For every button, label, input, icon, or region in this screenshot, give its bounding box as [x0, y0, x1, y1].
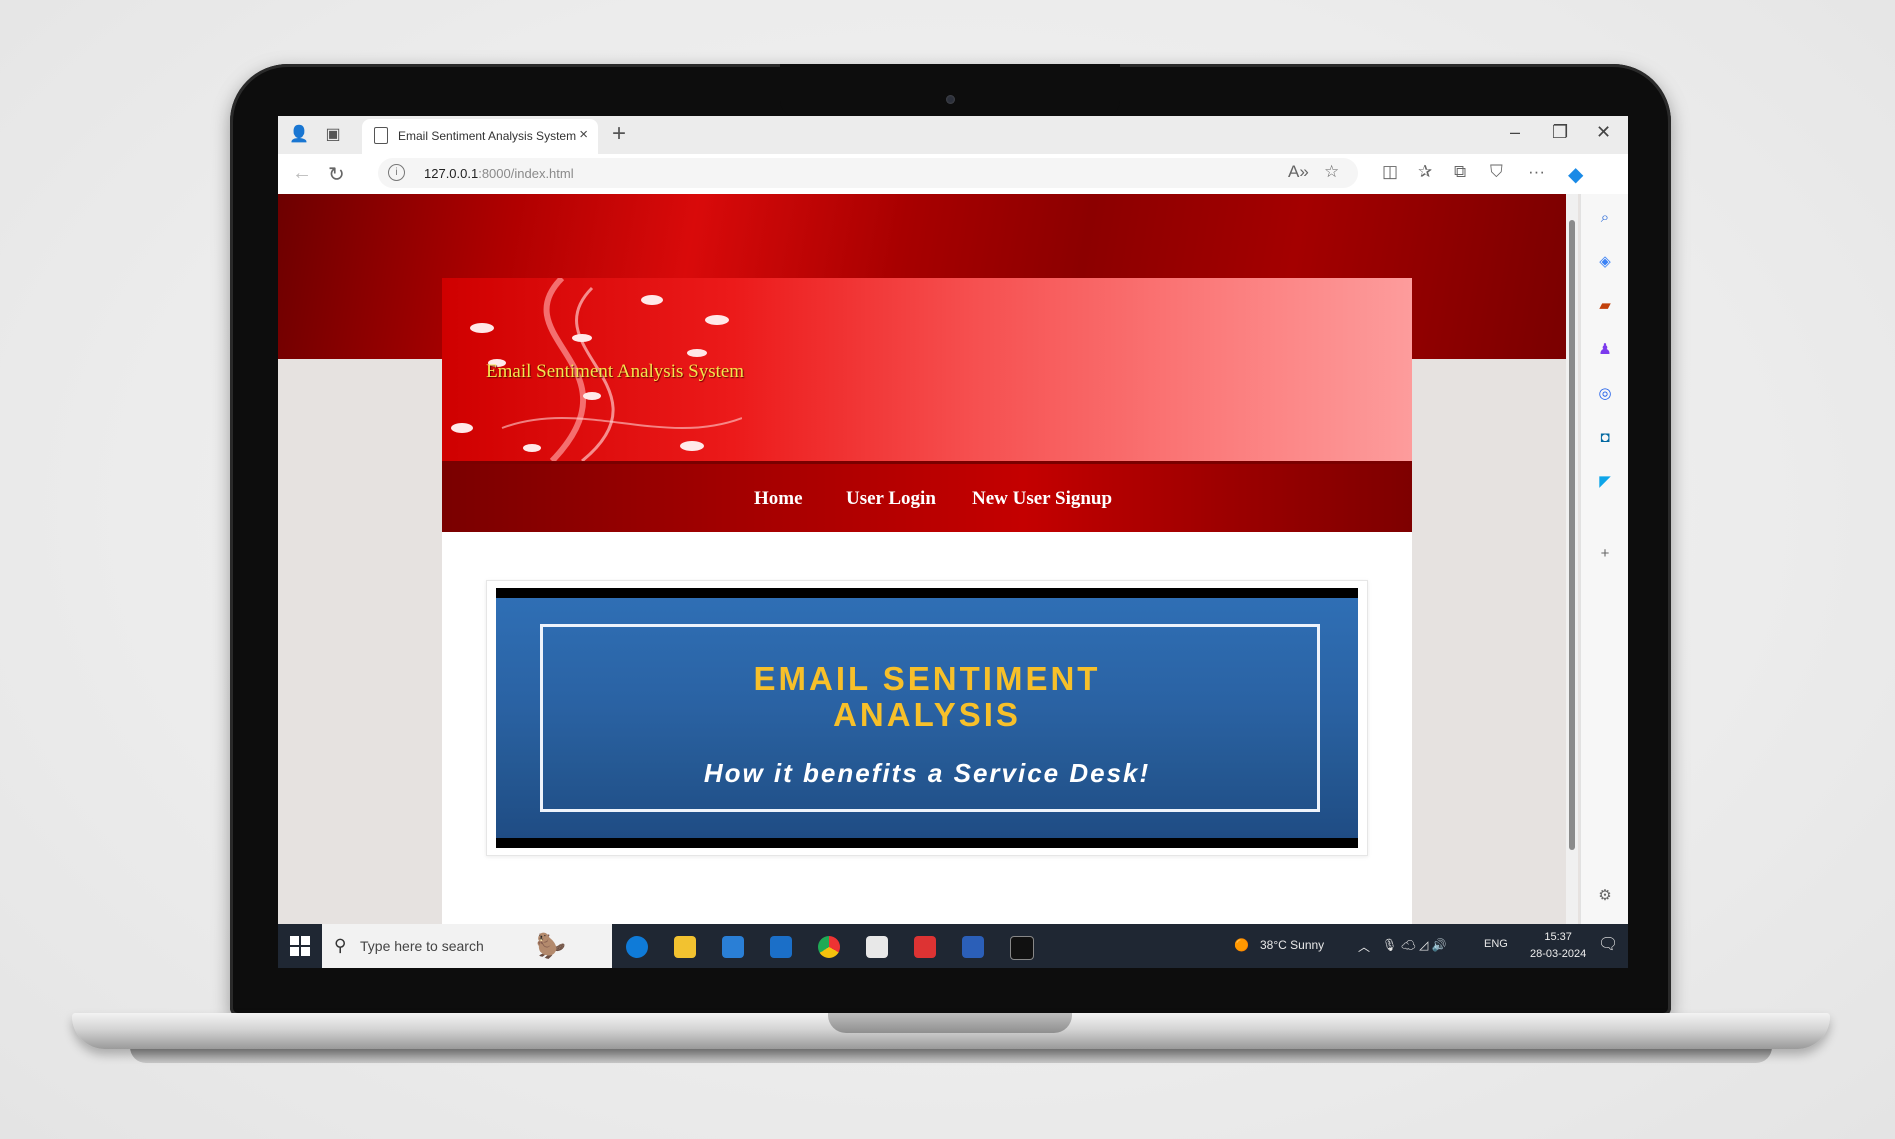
scrollbar-thumb[interactable] [1569, 220, 1575, 850]
site-title: Email Sentiment Analysis System [486, 361, 745, 382]
weather-icon[interactable]: 🟠 [1234, 938, 1249, 952]
hero-image-frame: EMAIL SENTIMENT ANALYSIS How it benefits… [486, 580, 1368, 856]
site-info-icon[interactable]: i [388, 164, 405, 181]
store-icon[interactable] [722, 936, 744, 958]
microsoft-365-icon[interactable]: ◎ [1595, 384, 1615, 404]
tab-title: Email Sentiment Analysis System [398, 129, 577, 143]
collections-icon[interactable]: ⧉ [1454, 162, 1466, 182]
extensions-icon[interactable]: ⛉ [1490, 162, 1503, 182]
url-host: 127.0.0.1 [424, 166, 479, 181]
clock-time: 15:37 [1544, 931, 1572, 943]
browser-sidebar: ⌕ ◈ ▰ ♟ ◎ ◘ ◤ + ⚙ [1580, 194, 1628, 924]
browser-tab-bar: 👤 ▣ Email Sentiment Analysis System × + … [278, 116, 1628, 154]
address-bar[interactable]: i 127.0.0.1:8000/index.html A» ☆ [378, 158, 1358, 188]
laptop-notch [780, 64, 1120, 118]
search-icon[interactable]: ⌕ [1595, 208, 1615, 228]
tab-active[interactable]: Email Sentiment Analysis System × [362, 119, 598, 154]
laptop-hinge-notch [828, 1013, 1072, 1033]
url-text: 127.0.0.1:8000/index.html [424, 166, 574, 181]
hero-subtitle: How it benefits a Service Desk! [703, 758, 1151, 788]
refresh-icon[interactable]: ↻ [328, 162, 345, 187]
main-nav: Home User Login New User Signup [442, 464, 1412, 532]
edge-app-icon[interactable] [626, 936, 648, 958]
split-screen-icon[interactable]: ◫ [1382, 162, 1398, 182]
nav-user-login[interactable]: User Login [846, 488, 936, 510]
sidebar-settings-gear-icon[interactable]: ⚙ [1595, 886, 1615, 906]
taskbar-clock[interactable]: 15:37 28-03-2024 [1530, 929, 1586, 963]
taskbar-search[interactable]: ⚲ Type here to search 🦫 [322, 924, 612, 968]
tab-close-icon[interactable]: × [579, 126, 588, 143]
mail-icon[interactable] [770, 936, 792, 958]
hero-background: EMAIL SENTIMENT ANALYSIS How it benefits… [496, 598, 1358, 838]
search-highlight-icon: 🦫 [536, 933, 566, 960]
games-icon[interactable]: ♟ [1595, 340, 1615, 360]
app-icon[interactable] [914, 936, 936, 958]
outlook-icon[interactable]: ◘ [1595, 428, 1615, 448]
weather-text[interactable]: 38°C Sunny [1260, 938, 1324, 952]
close-window-button[interactable]: ✕ [1596, 122, 1611, 143]
browser-toolbar: ← ↻ i 127.0.0.1:8000/index.html A» ☆ ◫ ✰… [278, 154, 1628, 194]
terminal-icon[interactable] [1010, 936, 1034, 960]
webcam-icon [946, 95, 955, 104]
restore-button[interactable]: ❐ [1552, 122, 1568, 143]
scrollbar[interactable] [1566, 194, 1578, 924]
language-indicator[interactable]: ENG [1484, 938, 1508, 950]
new-tab-button[interactable]: + [612, 120, 626, 148]
tray-chevron-icon[interactable]: ︿ [1358, 938, 1370, 955]
copilot-icon[interactable]: ◆ [1568, 162, 1583, 187]
tab-actions-icon[interactable]: ▣ [322, 124, 344, 146]
read-aloud-icon[interactable]: A» [1288, 162, 1309, 182]
screen: 👤 ▣ Email Sentiment Analysis System × + … [278, 116, 1628, 968]
shopping-tag-icon[interactable]: ◈ [1595, 252, 1615, 272]
windows-taskbar: ⚲ Type here to search 🦫 🟠 38°C Sunny ︿ 🎙… [278, 924, 1628, 968]
windows-start-icon[interactable] [290, 936, 310, 956]
hero-heading-line2: ANALYSIS [833, 696, 1021, 733]
page-icon [374, 127, 388, 144]
minimize-button[interactable]: – [1510, 122, 1520, 143]
nav-new-user-signup[interactable]: New User Signup [972, 488, 1112, 510]
back-icon[interactable]: ← [292, 162, 312, 185]
taskbar-search-placeholder: Type here to search [360, 938, 484, 954]
profile-icon[interactable]: 👤 [288, 124, 310, 146]
hero-heading-line1: EMAIL SENTIMENT [753, 660, 1101, 697]
word-icon[interactable] [962, 936, 984, 958]
tray-icons[interactable]: 🎙 ☁ ◿ 🔊 [1382, 938, 1447, 952]
notepad-icon[interactable] [866, 936, 888, 958]
nav-home[interactable]: Home [754, 488, 803, 510]
tools-briefcase-icon[interactable]: ▰ [1595, 296, 1615, 316]
site-banner: Email Sentiment Analysis System [442, 278, 1412, 464]
file-explorer-icon[interactable] [674, 936, 696, 958]
favorites-icon[interactable]: ✰ [1418, 162, 1432, 182]
clock-date: 28-03-2024 [1530, 948, 1587, 960]
designer-icon[interactable]: ◤ [1595, 472, 1615, 492]
search-magnifier-icon: ⚲ [334, 936, 347, 955]
url-path: :8000/index.html [478, 166, 574, 181]
chrome-icon[interactable] [818, 936, 840, 958]
notification-icon[interactable]: 🗨 [1598, 934, 1618, 954]
web-viewport: Email Sentiment Analysis System Home Use… [278, 194, 1580, 924]
laptop-base-underside [130, 1047, 1772, 1063]
add-sidebar-app-icon[interactable]: + [1595, 544, 1615, 564]
page-container: Email Sentiment Analysis System Home Use… [442, 278, 1412, 924]
favorite-star-icon[interactable]: ☆ [1324, 162, 1339, 182]
more-menu-icon[interactable]: ··· [1528, 162, 1545, 182]
hero-image: EMAIL SENTIMENT ANALYSIS How it benefits… [496, 588, 1358, 848]
